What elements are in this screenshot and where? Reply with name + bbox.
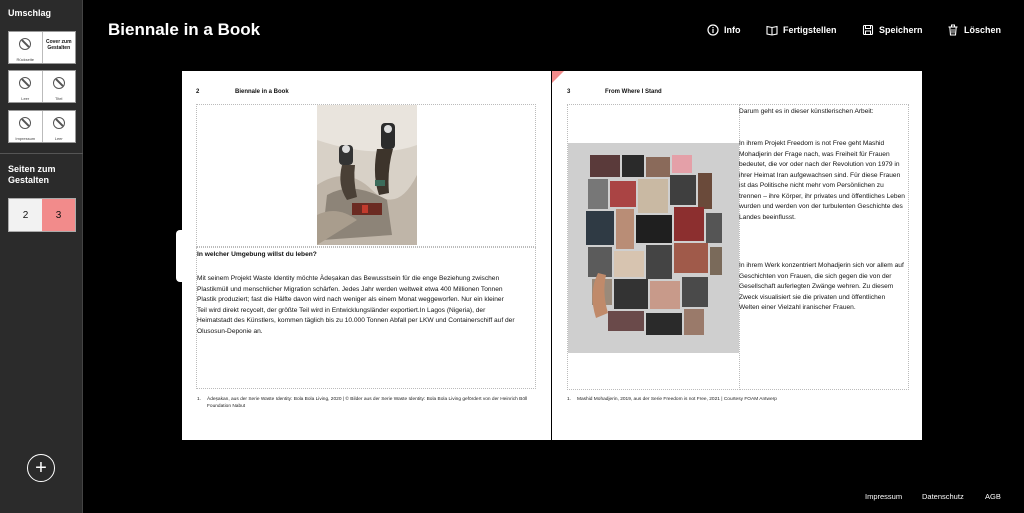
right-page-paragraph-2: In ihrem Werk konzentriert Mohadjerin si…: [739, 262, 904, 311]
page-thumb-2[interactable]: 2: [9, 199, 42, 231]
app-title: Biennale in a Book: [108, 20, 261, 39]
empty-page-icon: [19, 77, 32, 89]
cover-thumb-inner[interactable]: Leer Titel: [8, 70, 76, 103]
save-icon: [862, 24, 874, 36]
delete-button[interactable]: Löschen: [947, 24, 1001, 36]
info-button[interactable]: Info: [707, 24, 741, 36]
right-page-paragraph-1: In ihrem Projekt Freedom is not Free geh…: [739, 140, 905, 221]
book-icon: [766, 25, 778, 36]
left-page-number: 2: [196, 89, 200, 95]
sidebar: Umschlag Rückseite Cover zum Gestalten L…: [0, 0, 83, 513]
cover-thumb-imprint[interactable]: Impressum Leer: [8, 110, 76, 143]
left-page-body: Mit seinem Projekt Waste Identity möchte…: [197, 275, 515, 335]
thumb-caption: Rückseite: [16, 57, 35, 62]
thumb-cell-title: Titel: [43, 71, 76, 102]
waste-identity-photo: [317, 105, 417, 245]
empty-page-icon: [52, 117, 65, 129]
right-page-intro: Darum geht es in dieser künstlerischen A…: [739, 108, 874, 115]
info-label: Info: [724, 25, 741, 35]
delete-label: Löschen: [964, 25, 1002, 35]
sidebar-divider: [0, 153, 83, 154]
page-thumb-3[interactable]: 3: [42, 199, 75, 231]
page-spread-thumb[interactable]: 2 3: [8, 198, 76, 232]
finish-label: Fertigstellen: [783, 25, 837, 35]
cover-thumb-back-front[interactable]: Rückseite Cover zum Gestalten: [8, 31, 76, 64]
thumb-cover-title: Cover zum Gestalten: [45, 39, 72, 51]
finish-button[interactable]: Fertigstellen: [766, 24, 837, 36]
thumb-caption: Leer: [21, 96, 30, 101]
thumb-caption: Titel: [55, 96, 63, 101]
image-frame[interactable]: [567, 104, 740, 390]
thumb-caption: Leer: [54, 136, 63, 141]
pages-heading: Seiten zum Gestalten: [8, 164, 56, 185]
thumb-cell-empty: Leer: [43, 111, 76, 142]
terms-link[interactable]: AGB: [985, 492, 1001, 501]
empty-page-icon: [52, 77, 65, 89]
book-spine: [551, 71, 552, 440]
trash-icon: [948, 24, 958, 36]
right-footnote: Mashid Mohadjerin, 2019, aus der Serie F…: [577, 397, 777, 402]
right-page-number: 3: [567, 89, 571, 95]
image-frame[interactable]: [196, 104, 536, 247]
cover-heading: Umschlag: [8, 8, 52, 18]
left-page-question: In welcher Umgebung willst du leben?: [197, 251, 317, 258]
save-label: Speichern: [879, 25, 923, 35]
save-button[interactable]: Speichern: [862, 24, 923, 36]
empty-page-icon: [19, 117, 32, 129]
privacy-link[interactable]: Datenschutz: [922, 492, 964, 501]
imprint-link[interactable]: Impressum: [865, 492, 902, 501]
left-page-header: Biennale in a Book: [235, 89, 289, 95]
info-icon: [707, 24, 719, 36]
right-page-header: From Where I Stand: [605, 89, 662, 95]
thumb-cell-cover: Cover zum Gestalten: [43, 32, 76, 63]
current-page-marker: [552, 71, 564, 83]
left-footnote-number: 1.: [197, 397, 202, 402]
add-page-button[interactable]: +: [27, 454, 55, 482]
freedom-collage-photo: [568, 143, 739, 353]
empty-page-icon: [19, 38, 32, 50]
thumb-caption: Impressum: [15, 136, 36, 141]
right-footnote-number: 1.: [567, 397, 572, 402]
book-spread: 2 Biennale in a Book In welcher Umgebung…: [182, 71, 922, 440]
left-footnote: Àdeṣakan, aus der Serie Waste Identity: …: [207, 397, 528, 409]
thumb-cell-back: Rückseite: [9, 32, 43, 63]
thumb-cell-imprint: Impressum: [9, 111, 43, 142]
thumb-cell-empty: Leer: [9, 71, 43, 102]
